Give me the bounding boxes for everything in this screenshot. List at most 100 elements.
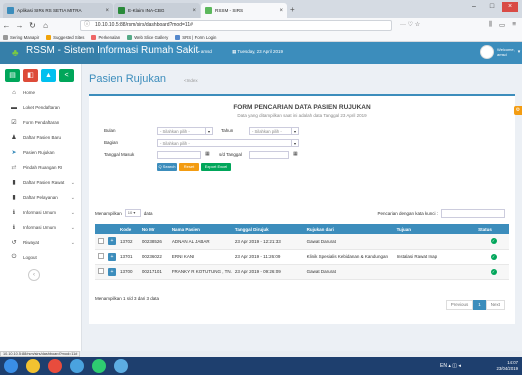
start-icon[interactable]	[4, 359, 18, 373]
bookmark-item[interactable]: Web Slice Gallery	[127, 34, 168, 40]
next-page-button[interactable]: Next	[485, 300, 505, 310]
sidebar-item-daftar-pelayanan[interactable]: ▮ Daftar Pelayanan ⌄	[0, 190, 81, 205]
calendar-icon[interactable]: ▦	[205, 151, 210, 157]
maximize-icon[interactable]: □	[484, 2, 500, 12]
sidebar-toggle-icon[interactable]: ▭	[499, 21, 505, 29]
col-header-expand	[104, 224, 117, 234]
sidebar-item-riwayat[interactable]: ↺ Riwayat ⌄	[0, 235, 81, 250]
sidebar-item-home[interactable]: ⌂ Home	[0, 85, 81, 100]
page-length-select[interactable]: 10 ▾	[124, 209, 141, 217]
reset-button[interactable]: Reset	[179, 163, 199, 171]
table-row[interactable]: + 13701 00236022 ERNI KANI 23 Apr 2019 -…	[95, 249, 509, 265]
close-window-icon[interactable]: ×	[502, 2, 518, 12]
collapse-icon[interactable]: <	[59, 69, 74, 82]
library-icon[interactable]: ⫼	[489, 21, 492, 29]
previous-page-button[interactable]: Previous	[445, 300, 474, 310]
sidebar-item-label: Home	[23, 90, 36, 95]
table-row[interactable]: + 13700 00217101 FRANKY R KOTUTUNG , TN.…	[95, 264, 509, 280]
browser-tab-strip: Aplikasi SIRs RS SETIA MITRA × E-Klaim I…	[0, 0, 522, 18]
grid-icon[interactable]: ▤	[5, 69, 20, 82]
expand-row-icon[interactable]: +	[107, 237, 116, 246]
sidebar-item-daftar-pasien-rawat[interactable]: ▮ Daftar Pasien Rawat ⌄	[0, 175, 81, 190]
col-header-nama[interactable]: Nama Pasien	[168, 224, 232, 234]
bookmark-item[interactable]: Perkenalan	[91, 34, 120, 40]
site-info-icon[interactable]: ⓘ	[84, 21, 90, 30]
gear-icon[interactable]: ⚙	[514, 106, 522, 115]
page-length-control: Menampilkan 10 ▾ data	[95, 209, 153, 217]
cell-nama: FRANKY R KOTUTUNG , TN.	[168, 264, 232, 280]
col-header-tujuan[interactable]: Tujuan	[393, 224, 476, 234]
info-icon: ℹ	[12, 225, 16, 231]
bagian-select[interactable]: - Silahkan pilih - ▾	[157, 139, 299, 147]
table-row[interactable]: + 13702 00238526 ADNAN AL JABAR 23 Apr 2…	[95, 234, 509, 250]
sidebar-item-daftar-pasien-baru[interactable]: ♟ Daftar Pasien Baru	[0, 130, 81, 145]
home-icon[interactable]: ⌂	[39, 21, 52, 30]
col-header-nomr[interactable]: No Mr	[138, 224, 169, 234]
chrome-icon[interactable]	[92, 359, 106, 373]
sidebar-item-pasien-rujukan[interactable]: ➤ Pasien Rujukan	[0, 145, 81, 160]
col-header-rujukan-dari[interactable]: Rujukan dari	[303, 224, 394, 234]
app-icon[interactable]	[114, 359, 128, 373]
close-tab-icon[interactable]: ×	[192, 8, 196, 14]
tahun-select[interactable]: - Silahkan pilih - ▾	[249, 127, 299, 135]
back-icon[interactable]: ←	[0, 21, 13, 30]
cell-rujukan-dari: Klinik Spesialis Kebidanan & Kandungan	[303, 249, 394, 265]
tanggal-masuk-label: Tanggal Masuk	[104, 152, 135, 157]
col-header-kode[interactable]: Kode	[116, 224, 139, 234]
folder-icon[interactable]	[26, 359, 40, 373]
browser-tab-active[interactable]: RSSM - SIRS ×	[201, 3, 287, 18]
export-excel-button[interactable]: Export Excel	[201, 163, 231, 171]
row-checkbox[interactable]	[98, 237, 104, 244]
calendar-icon[interactable]: ▦	[293, 151, 298, 157]
firefox-icon[interactable]	[48, 359, 62, 373]
sidebar-item-form-pendaftaran[interactable]: ☑ Form Pendaftaran	[0, 115, 81, 130]
browser-tab[interactable]: Aplikasi SIRs RS SETIA MITRA ×	[3, 3, 113, 18]
sd-tanggal-input[interactable]	[249, 151, 289, 159]
table-search-input[interactable]	[441, 209, 505, 218]
dashboard-icon[interactable]: ◧	[23, 69, 38, 82]
chevron-down-icon: ▾	[291, 128, 298, 134]
bulan-select[interactable]: - Silahkan pilih - ▾	[157, 127, 213, 135]
header-user[interactable]: ▪ amsd	[198, 49, 212, 54]
reload-icon[interactable]: ↻	[26, 21, 39, 30]
current-page-button[interactable]: 1	[473, 300, 486, 310]
info-icon: ℹ	[12, 210, 16, 216]
search-button[interactable]: Q Search	[157, 163, 177, 171]
sidebar-item-informasi-umum-2[interactable]: ℹ Informasi Umum ⌄	[0, 220, 81, 235]
sidebar-item-informasi-umum[interactable]: ℹ Informasi Umum ⌄	[0, 205, 81, 220]
close-tab-icon[interactable]: ×	[279, 8, 283, 14]
browser-tab[interactable]: E-Klaim INA-CBG ×	[114, 3, 200, 18]
sidebar-collapse-toggle[interactable]: ‹	[28, 269, 40, 281]
bookmark-item[interactable]: Sering Manapir	[3, 34, 39, 40]
form-title: FORM PENCARIAN DATA PASIEN RUJUKAN	[233, 104, 371, 111]
sidebar-item-loket-pendaftaran[interactable]: ▬ Loket Pendaftaran	[0, 100, 81, 115]
ie-icon[interactable]	[70, 359, 84, 373]
expand-row-icon[interactable]: +	[107, 267, 116, 276]
new-tab-icon[interactable]: +	[290, 5, 295, 14]
page-actions-icon[interactable]: ··· ♡ ☆	[400, 21, 420, 28]
sidebar-item-pindah-ruangan[interactable]: ⇄ Pindah Ruangan RI	[0, 160, 81, 175]
tanggal-masuk-input[interactable]	[157, 151, 201, 159]
ambulance-icon: ➤	[11, 150, 17, 156]
user-menu[interactable]: Welcome, amsd ▾	[480, 45, 520, 59]
row-checkbox[interactable]	[98, 253, 104, 259]
tray-icons[interactable]: EN ▴ ◫ ◂	[440, 363, 461, 369]
expand-row-icon[interactable]: +	[107, 252, 116, 261]
bookmark-item[interactable]: SRS | Form Login	[175, 34, 216, 40]
cell-rujukan-dari: Gawat Darurat	[303, 234, 394, 250]
row-checkbox[interactable]	[98, 268, 104, 274]
search-label: Pencarian dengan kata kunci :	[377, 211, 438, 216]
clock[interactable]: 14:07 23/04/2019	[496, 360, 518, 372]
col-header-status[interactable]: Status	[475, 224, 509, 234]
user-icon[interactable]: ▲	[41, 69, 56, 82]
col-header-tanggal[interactable]: Tanggal Dirujuk	[231, 224, 304, 234]
minimize-icon[interactable]: –	[466, 2, 482, 12]
chevron-down-icon: ⌄	[70, 194, 75, 201]
sidebar-item-logout[interactable]: ⏻ Logout	[0, 250, 81, 265]
menu-icon[interactable]: ≡	[512, 21, 516, 29]
url-input[interactable]: ⓘ 10.10.10.5:88/rsm/sirs/dashboard?mod=1…	[80, 20, 392, 31]
home-icon: ⌂	[12, 89, 16, 96]
bookmark-item[interactable]: Suggested Sites	[46, 34, 84, 40]
close-tab-icon[interactable]: ×	[105, 8, 109, 14]
forward-icon[interactable]: →	[13, 21, 26, 30]
